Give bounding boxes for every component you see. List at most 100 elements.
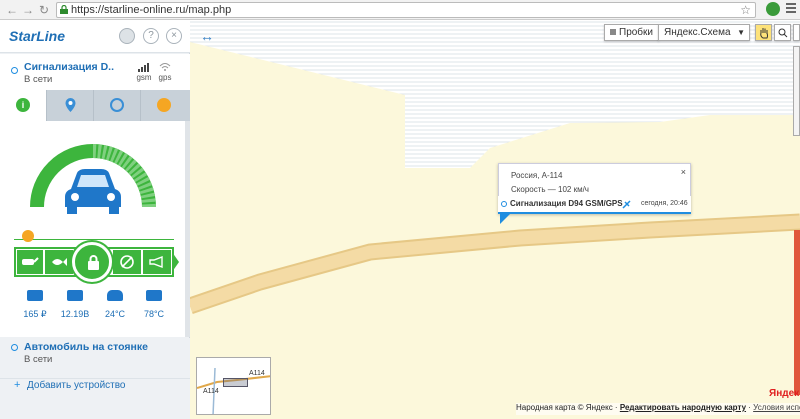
- magnifier-tool-button[interactable]: [774, 24, 791, 41]
- minimap-viewport[interactable]: [223, 378, 248, 387]
- help-icon[interactable]: ?: [143, 28, 159, 44]
- add-device-button[interactable]: + Добавить устройство: [0, 378, 190, 419]
- engine-button[interactable]: [45, 250, 73, 274]
- extension-icon[interactable]: [766, 2, 780, 16]
- tab-settings[interactable]: [141, 90, 190, 121]
- remote-key-icon: [22, 257, 39, 265]
- minimap-road-label: A114: [249, 370, 265, 377]
- lock-icon: [60, 5, 68, 14]
- ruler-tool-button[interactable]: [793, 24, 800, 41]
- stat-value: 165 ₽: [23, 309, 47, 319]
- minimap[interactable]: A114 A114: [196, 357, 271, 415]
- marker-time: сегодня, 20:46: [641, 200, 688, 207]
- hand-icon: [760, 28, 768, 39]
- device-radio-icon[interactable]: [11, 344, 18, 351]
- padlock-icon: [88, 255, 99, 270]
- device-radio-icon[interactable]: [11, 67, 18, 74]
- gsm-label: gsm: [136, 73, 152, 82]
- reload-icon[interactable]: ↻: [36, 2, 52, 18]
- popup-speed: Скорость — 102 км/ч: [511, 185, 589, 194]
- horn-icon: [149, 256, 163, 268]
- gear-icon: [157, 98, 171, 112]
- url-text: https://starline-online.ru/map.php: [71, 4, 232, 16]
- device-status: В сети: [24, 354, 53, 365]
- device-name: Сигнализация D..: [24, 61, 115, 73]
- stat-value: 78°C: [143, 309, 165, 319]
- zoom-slider[interactable]: [793, 46, 800, 136]
- autostart-button[interactable]: [17, 250, 43, 274]
- car-icon: [65, 169, 121, 214]
- traffic-icon: [610, 29, 616, 35]
- pan-tool-button[interactable]: [755, 24, 772, 41]
- chevron-down-icon: ▼: [737, 28, 745, 37]
- stat-cabin-temp: 24°C: [95, 290, 135, 319]
- plus-icon: +: [14, 379, 21, 391]
- more-controls-arrow-icon[interactable]: [172, 252, 179, 272]
- clock-icon: [110, 98, 124, 112]
- sidebar: StarLine ? × Сигнализация D.. В сети gsm…: [0, 20, 190, 419]
- info-icon: i: [16, 98, 30, 112]
- car-temp-icon: [107, 290, 123, 301]
- close-popup-icon[interactable]: ×: [681, 167, 686, 177]
- starline-logo: StarLine: [9, 28, 66, 44]
- add-device-label: Добавить устройство: [27, 380, 126, 391]
- satellite-icon: [622, 200, 631, 209]
- terms-link[interactable]: Условия использовани: [753, 403, 800, 412]
- fish-icon: [52, 258, 67, 266]
- yandex-watermark: Яндек: [769, 388, 800, 399]
- popup-address: Россия, А-114: [511, 171, 563, 180]
- tab-history[interactable]: [94, 90, 141, 121]
- stat-engine-temp: 78°C: [134, 290, 174, 319]
- stat-battery: 12.19В: [55, 290, 95, 319]
- water-area: [190, 20, 800, 168]
- bookmark-star-icon[interactable]: ☆: [740, 3, 751, 17]
- control-bar-line: [14, 239, 174, 240]
- alarm-off-button[interactable]: [113, 250, 141, 274]
- side-panel-edge: [794, 230, 800, 395]
- gsm-signal-icon: [138, 63, 149, 72]
- address-bar[interactable]: https://starline-online.ru/map.php ☆: [56, 2, 756, 18]
- tab-info[interactable]: i: [0, 90, 47, 121]
- theme-toggle-icon[interactable]: [119, 28, 135, 44]
- engine-temp-icon: [146, 290, 162, 301]
- gps-label: gps: [158, 73, 172, 82]
- location-pin-icon: [65, 98, 76, 112]
- browser-toolbar: ← → ↻ https://starline-online.ru/map.php…: [0, 0, 800, 20]
- device-item-parked[interactable]: Автомобиль на стоянке В сети: [0, 338, 190, 378]
- marker-radio-icon: [501, 201, 507, 207]
- minimap-road-label: A114: [203, 388, 219, 395]
- forward-icon[interactable]: →: [20, 2, 36, 18]
- back-icon[interactable]: ←: [4, 2, 20, 18]
- map-copyright: Народная карта © Яндекс · Редактировать …: [516, 403, 800, 415]
- alarm-disabled-icon: [120, 255, 134, 269]
- layer-select[interactable]: Яндекс.Схема ▼: [658, 24, 750, 41]
- magnifier-icon: [778, 28, 788, 38]
- map-view[interactable]: ↔ Пробки Яндекс.Схема ▼ Россия, А-114 Ск…: [190, 20, 800, 419]
- stat-value: 12.19В: [60, 309, 90, 319]
- traffic-button[interactable]: Пробки: [604, 24, 659, 41]
- browser-menu-icon[interactable]: [786, 3, 796, 13]
- device-status: В сети: [24, 74, 53, 85]
- traffic-label: Пробки: [619, 27, 653, 38]
- expand-sidebar-icon[interactable]: ↔: [200, 28, 214, 44]
- lock-button[interactable]: [72, 242, 112, 282]
- close-icon[interactable]: ×: [166, 28, 182, 44]
- device-name: Автомобиль на стоянке: [24, 341, 148, 353]
- gps-signal-icon: [159, 63, 171, 71]
- balance-icon: [27, 290, 43, 301]
- device-marker-label[interactable]: Сигнализация D94 GSM/GPS сегодня, 20:46: [498, 196, 691, 214]
- control-gear-icon[interactable]: [22, 230, 34, 242]
- marker-device-name: Сигнализация D94 GSM/GPS: [510, 199, 623, 208]
- stat-value: 24°C: [104, 309, 126, 319]
- marker-pointer: [500, 212, 512, 224]
- map-canvas: [190, 20, 800, 315]
- device-item-alarm[interactable]: Сигнализация D.. В сети gsm gps: [0, 54, 190, 90]
- tab-location[interactable]: [47, 90, 94, 121]
- edit-map-link[interactable]: Редактировать народную карту: [620, 403, 746, 412]
- copyright-text: Народная карта © Яндекс ·: [516, 403, 620, 412]
- device-tabs: i: [0, 90, 190, 121]
- layer-select-label: Яндекс.Схема: [664, 27, 731, 38]
- stat-balance: 165 ₽: [15, 290, 55, 320]
- horn-button[interactable]: [143, 250, 171, 274]
- battery-icon: [67, 290, 83, 301]
